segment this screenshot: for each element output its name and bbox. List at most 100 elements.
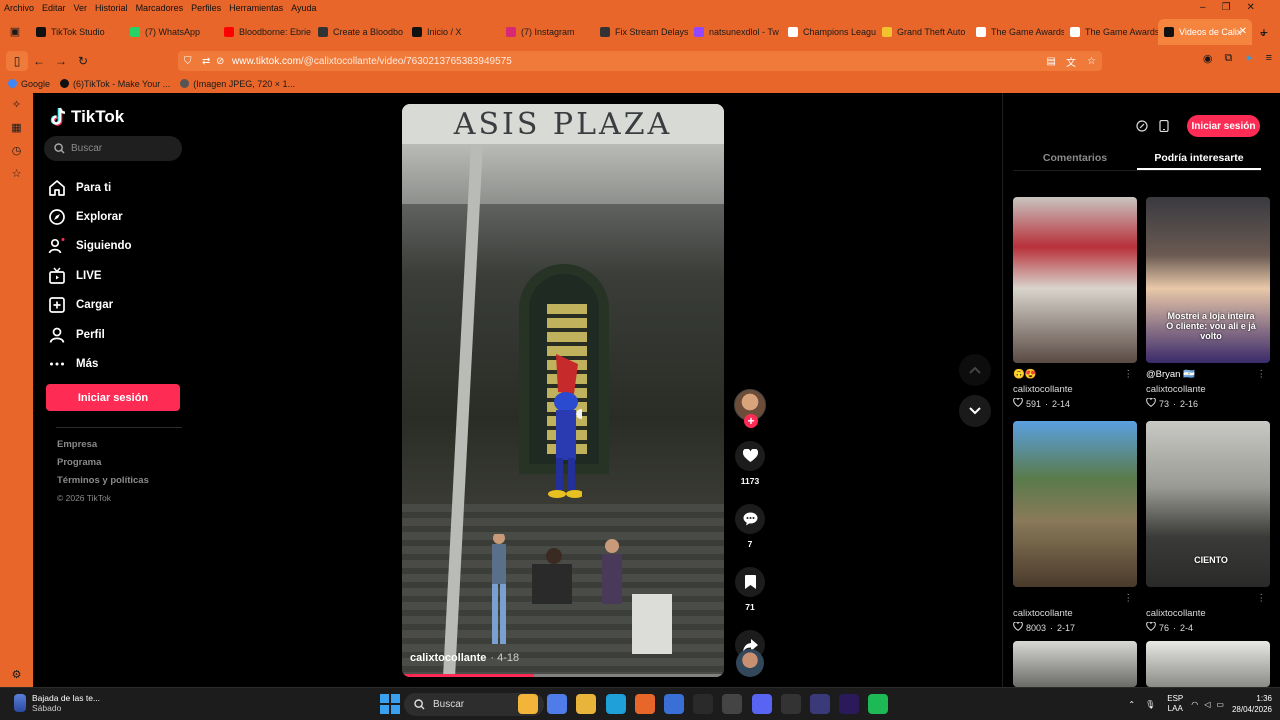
menu-item[interactable]: Historial bbox=[95, 3, 128, 13]
permissions-icon[interactable]: ⇄ bbox=[202, 56, 210, 67]
reader-view-icon[interactable]: ▤ bbox=[1047, 56, 1056, 67]
tray-overflow-icon[interactable]: ⌃ bbox=[1128, 700, 1135, 709]
weather-widget[interactable]: Bajada de las te... Sábado bbox=[14, 693, 100, 713]
camera-off-icon[interactable]: ⊘ bbox=[216, 56, 224, 67]
nav-item-cargar[interactable]: Cargar bbox=[47, 291, 132, 320]
spotify-icon[interactable] bbox=[868, 694, 889, 714]
chat-app-icon[interactable] bbox=[547, 694, 568, 714]
bookmark-item[interactable]: Google bbox=[8, 79, 50, 89]
recommended-video-card[interactable]: ⋮ calixtocollante 8003 · 2-17 bbox=[1013, 421, 1137, 633]
nav-item-siguiendo[interactable]: Siguiendo bbox=[47, 232, 132, 261]
video-thumbnail[interactable] bbox=[1013, 197, 1137, 363]
video-thumbnail[interactable]: Mostrei a loja inteira O cliente: vou al… bbox=[1146, 197, 1270, 363]
video-author[interactable]: calixtocollante bbox=[410, 652, 486, 664]
save-button[interactable] bbox=[735, 567, 765, 597]
bookmark-star-icon[interactable]: ☆ bbox=[1087, 56, 1096, 67]
card-username[interactable]: calixtocollante bbox=[1146, 608, 1270, 619]
card-username[interactable]: calixtocollante bbox=[1146, 384, 1270, 395]
files-app-icon[interactable] bbox=[518, 694, 538, 714]
menu-item[interactable]: Marcadores bbox=[136, 3, 184, 13]
extensions-icon[interactable]: ⧉ bbox=[1225, 52, 1233, 65]
bookmark-item[interactable]: (6)TikTok - Make Your ... bbox=[60, 79, 170, 89]
forward-icon[interactable]: → bbox=[50, 51, 72, 71]
ai-chat-icon[interactable]: ✧ bbox=[0, 93, 33, 116]
browser-tab[interactable]: (7) Instagram bbox=[500, 19, 594, 45]
menu-item[interactable]: Herramientas bbox=[229, 3, 283, 13]
reload-icon[interactable]: ↻ bbox=[72, 51, 94, 71]
synced-tabs-icon[interactable]: ▦ bbox=[0, 116, 33, 139]
back-icon[interactable]: ← bbox=[28, 51, 50, 71]
translate-icon[interactable]: 文 bbox=[1066, 54, 1076, 69]
account-icon[interactable]: ◉ bbox=[1203, 52, 1213, 65]
browser-tab[interactable]: TikTok Studio bbox=[30, 19, 124, 45]
nav-item-explorar[interactable]: Explorar bbox=[47, 202, 132, 231]
more-options-icon[interactable]: ⋮ bbox=[1124, 369, 1134, 380]
browser-tab[interactable]: Create a Bloodbo bbox=[312, 19, 406, 45]
extension-icon[interactable]: ✦ bbox=[1244, 52, 1253, 65]
video-thumbnail-partial[interactable] bbox=[1146, 641, 1270, 687]
tab-podria-interesarte[interactable]: Podría interesarte bbox=[1137, 147, 1261, 170]
firefox-icon[interactable] bbox=[634, 694, 655, 714]
menu-item[interactable]: Ayuda bbox=[291, 3, 316, 13]
tab-list-icon[interactable]: ▣ bbox=[0, 19, 30, 45]
browser-tab[interactable]: The Game Awards bbox=[970, 19, 1064, 45]
nav-item-live[interactable]: LIVE bbox=[47, 261, 132, 290]
menu-item[interactable]: Ver bbox=[74, 3, 88, 13]
author-avatar[interactable]: + bbox=[734, 389, 766, 428]
follow-plus-icon[interactable]: + bbox=[744, 414, 758, 428]
video-thumbnail-partial[interactable] bbox=[1013, 641, 1137, 687]
steam-icon[interactable] bbox=[693, 694, 714, 714]
tiktok-logo[interactable]: TikTok bbox=[50, 107, 124, 127]
start-button[interactable] bbox=[380, 694, 400, 714]
previous-video-button[interactable] bbox=[959, 354, 991, 386]
more-options-icon[interactable]: ⋮ bbox=[1257, 369, 1267, 380]
comment-button[interactable] bbox=[735, 504, 765, 534]
card-username[interactable]: calixtocollante bbox=[1013, 608, 1137, 619]
maximize-icon[interactable]: ❐ bbox=[1222, 2, 1231, 13]
obs-icon[interactable] bbox=[780, 694, 801, 714]
like-button[interactable] bbox=[735, 441, 765, 471]
app-menu-icon[interactable]: ≡ bbox=[1266, 52, 1272, 65]
volume-icon[interactable]: ◁ bbox=[1204, 700, 1210, 709]
browser-tab[interactable]: Videos de Calix ✕ bbox=[1158, 18, 1252, 45]
nav-item-perfil[interactable]: Perfil bbox=[47, 320, 132, 349]
store-icon[interactable] bbox=[663, 694, 684, 714]
browser-tab[interactable]: Inicio / X bbox=[406, 19, 500, 45]
browser-tab[interactable]: Bloodborne: Ebrie bbox=[218, 19, 312, 45]
tab-comentarios[interactable]: Comentarios bbox=[1013, 147, 1137, 170]
footer-link-empresa[interactable]: Empresa bbox=[57, 439, 149, 457]
video-thumbnail[interactable]: CIENTO bbox=[1146, 421, 1270, 587]
microphone-icon[interactable]: 🎙 bbox=[1145, 700, 1155, 709]
history-icon[interactable]: ◷ bbox=[0, 139, 33, 162]
login-button-top[interactable]: Iniciar sesión bbox=[1187, 115, 1260, 137]
more-options-icon[interactable]: ⋮ bbox=[1257, 593, 1267, 604]
menu-item[interactable]: Editar bbox=[42, 3, 66, 13]
folder-icon[interactable] bbox=[576, 694, 597, 714]
video-player[interactable]: ASIS PLAZA calixtocollante · 4-18 bbox=[402, 104, 724, 677]
next-video-button[interactable] bbox=[959, 395, 991, 427]
app-icon[interactable] bbox=[809, 694, 830, 714]
address-bar[interactable]: ⛉ ⇄ ⊘ www.tiktok.com/@calixtocollante/vi… bbox=[178, 51, 1102, 71]
discord-icon[interactable] bbox=[751, 694, 772, 714]
language-indicator[interactable]: ESP LAA bbox=[1167, 694, 1183, 714]
sidebar-toggle-icon[interactable]: ▯ bbox=[6, 51, 28, 71]
recommended-video-card[interactable]: 🙃😍 ⋮ calixtocollante 591 · 2-14 bbox=[1013, 197, 1137, 409]
wifi-icon[interactable]: ◠ bbox=[1191, 700, 1198, 709]
tab-overflow-icon[interactable]: ⌄ bbox=[1258, 15, 1268, 48]
close-window-icon[interactable]: ✕ bbox=[1247, 2, 1255, 13]
nav-item-más[interactable]: Más bbox=[47, 349, 132, 378]
recommended-video-card[interactable]: Mostrei a loja inteira O cliente: vou al… bbox=[1146, 197, 1270, 409]
browser-tab[interactable]: The Game Awards bbox=[1064, 19, 1158, 45]
nav-item-para-ti[interactable]: Para ti bbox=[47, 173, 132, 202]
video-progress-bar[interactable] bbox=[402, 674, 724, 677]
browser-tab[interactable]: natsunexdlol - Tw bbox=[688, 19, 782, 45]
sidebar-settings-icon[interactable]: ⚙ bbox=[0, 663, 33, 686]
music-disc-avatar[interactable] bbox=[736, 649, 764, 677]
footer-link-programa[interactable]: Programa bbox=[57, 457, 149, 475]
menu-item[interactable]: Perfiles bbox=[191, 3, 221, 13]
bookmarks-icon[interactable]: ☆ bbox=[0, 162, 33, 185]
tiktok-search-input[interactable]: Buscar bbox=[44, 136, 182, 161]
footer-link-terminos[interactable]: Términos y políticas bbox=[57, 475, 149, 493]
clock[interactable]: 1:36 28/04/2026 bbox=[1232, 693, 1272, 715]
epic-icon[interactable] bbox=[722, 694, 743, 714]
